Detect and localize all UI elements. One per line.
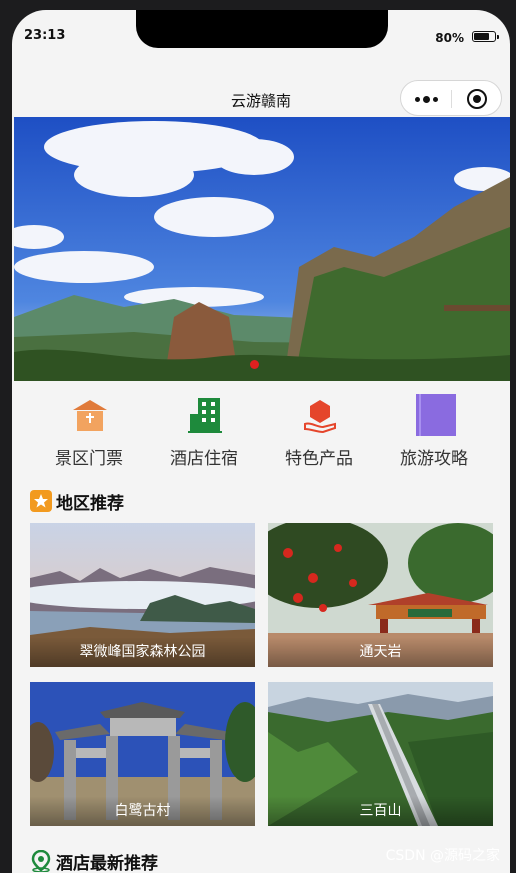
- category-tickets[interactable]: 景区门票: [34, 390, 144, 470]
- status-bar: 23:13 80%: [12, 10, 510, 56]
- category-label: 酒店住宿: [170, 449, 238, 469]
- battery-percentage: 80%: [435, 31, 464, 45]
- ticket-building-icon: [73, 400, 107, 431]
- watermark-text: CSDN @源码之家: [385, 848, 500, 864]
- category-guides[interactable]: 旅游攻略: [379, 390, 489, 470]
- guide-book-icon: [416, 394, 456, 436]
- mini-program-capsule: [400, 80, 502, 116]
- region-name: 三百山: [268, 796, 493, 826]
- category-hotels[interactable]: 酒店住宿: [149, 390, 259, 470]
- banner-carousel[interactable]: [14, 117, 510, 381]
- category-label: 特色产品: [285, 449, 353, 469]
- region-card-sanbaishan[interactable]: 三百山: [268, 682, 493, 826]
- location-pin-icon: [31, 850, 51, 872]
- capsule-divider: [451, 90, 452, 108]
- status-time: 23:13: [24, 28, 66, 43]
- more-dots-icon[interactable]: [415, 96, 445, 103]
- section-title: 地区推荐: [56, 494, 124, 514]
- product-hand-icon: [304, 400, 336, 434]
- category-products[interactable]: 特色产品: [264, 390, 374, 470]
- category-label: 旅游攻略: [400, 449, 468, 469]
- region-name: 通天岩: [268, 637, 493, 667]
- section-title: 酒店最新推荐: [56, 854, 158, 873]
- battery-icon: [472, 31, 499, 42]
- phone-screen: 23:13 80% 云游赣南 景区门票 酒店住宿 特色产品 旅游攻略 地区推荐 …: [12, 10, 510, 873]
- category-grid: 景区门票 酒店住宿 特色产品 旅游攻略: [12, 390, 510, 470]
- region-name: 白鹭古村: [30, 796, 255, 826]
- carousel-indicator-dot[interactable]: [250, 360, 259, 369]
- target-circle-icon[interactable]: [467, 89, 487, 109]
- navigation-bar: 云游赣南: [12, 68, 510, 116]
- region-card-cuiweifeng[interactable]: 翠微峰国家森林公园: [30, 523, 255, 667]
- hotel-building-icon: [188, 398, 222, 433]
- category-label: 景区门票: [55, 449, 123, 469]
- star-badge-icon: [30, 490, 52, 512]
- region-name: 翠微峰国家森林公园: [30, 637, 255, 667]
- region-card-bailu[interactable]: 白鹭古村: [30, 682, 255, 826]
- region-card-tongtianyan[interactable]: 通天岩: [268, 523, 493, 667]
